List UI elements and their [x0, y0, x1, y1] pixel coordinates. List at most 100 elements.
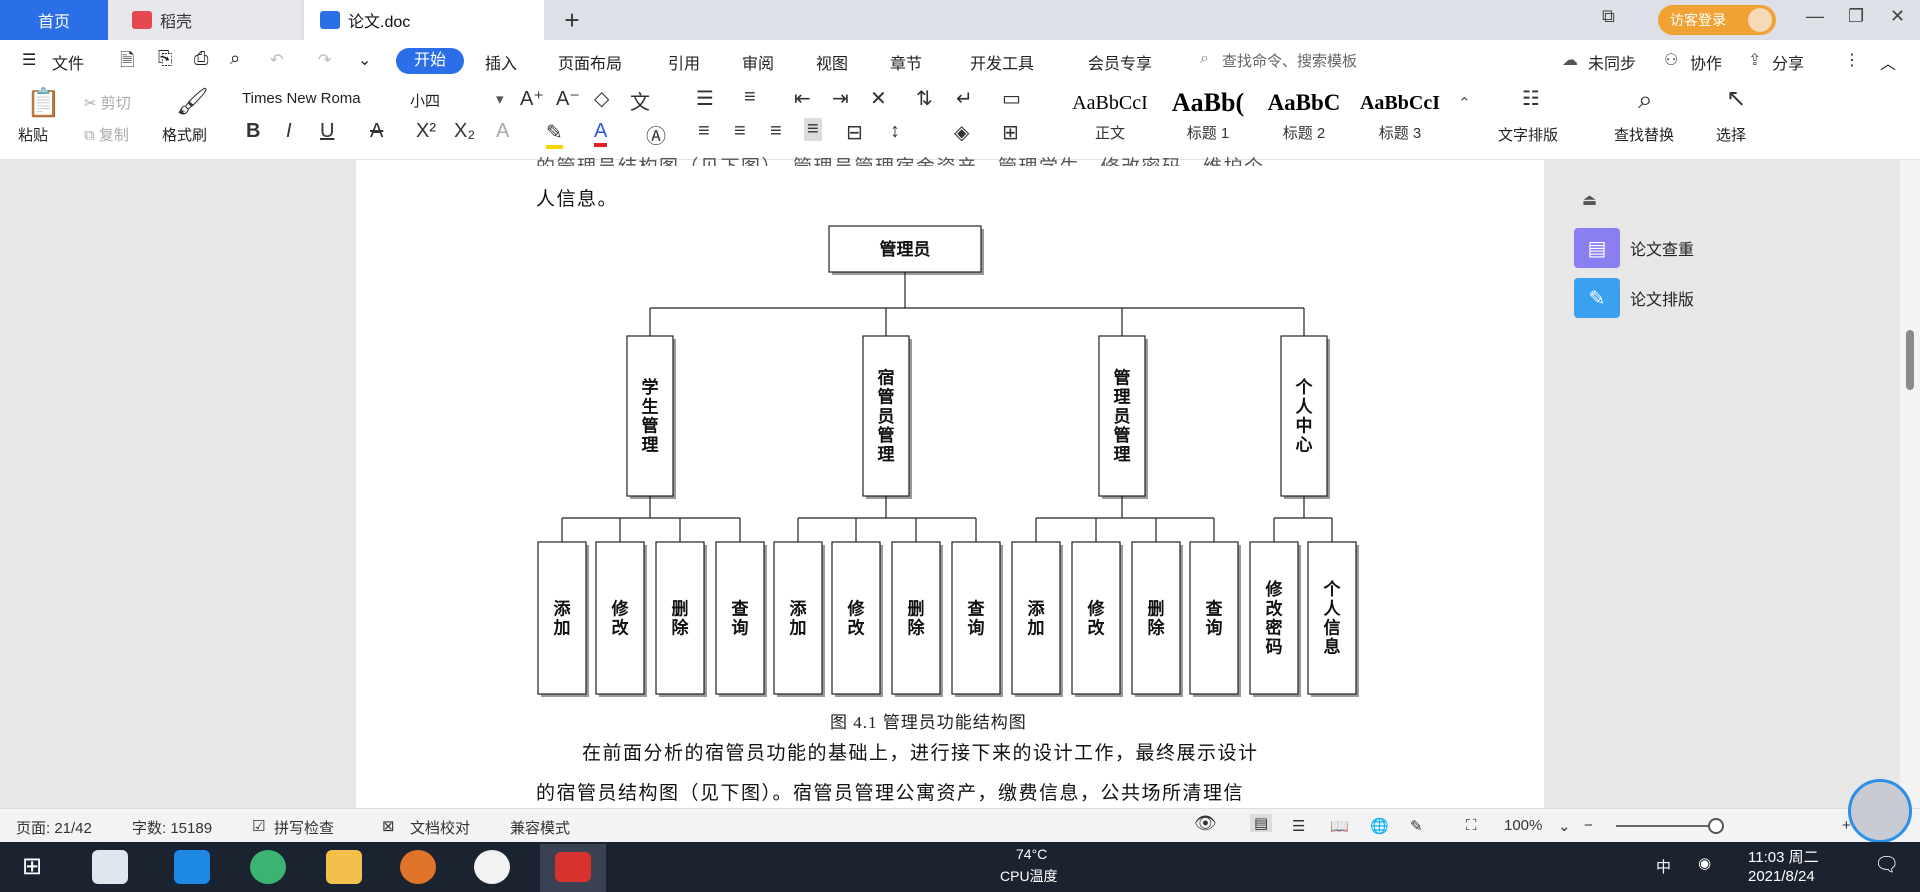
tab-insert[interactable]: 插入 [485, 50, 517, 74]
font-name-select[interactable]: Times New Roma [242, 90, 400, 107]
collapse-panel-icon[interactable]: ⏏ [1582, 190, 1597, 210]
tab-home[interactable]: 首页 [0, 0, 108, 40]
file-menu[interactable]: 文件 [52, 50, 84, 74]
share-button[interactable]: 分享 [1772, 50, 1804, 74]
preview-icon[interactable]: ⌕ [230, 48, 240, 69]
file-explorer-icon[interactable] [326, 850, 362, 884]
page-view-icon[interactable]: ▤ [1250, 814, 1273, 832]
zoom-level[interactable]: 100% [1504, 817, 1542, 834]
collaborate-button[interactable]: 协作 [1690, 50, 1722, 74]
eye-protect-icon[interactable]: 👁 [1194, 813, 1217, 834]
shading-icon[interactable]: ◈ [954, 120, 969, 145]
grow-font-icon[interactable]: A⁺ [520, 86, 544, 111]
format-painter-icon[interactable]: 🖌 [176, 86, 209, 117]
zoom-slider-thumb[interactable] [1708, 818, 1724, 834]
style-heading-3[interactable]: AaBbCcI 标题 3 [1352, 88, 1448, 150]
paper-check-button[interactable]: ▤ 论文查重 [1574, 228, 1720, 268]
vertical-scrollbar[interactable] [1900, 160, 1920, 808]
page-indicator[interactable]: 页面: 21/42 [16, 817, 92, 838]
strikethrough-icon[interactable]: A [370, 120, 383, 143]
show-marks-icon[interactable]: ↵ [956, 86, 973, 111]
phonetic-guide-icon[interactable]: 文 [630, 86, 650, 115]
paste-icon[interactable]: 📋 [26, 86, 61, 119]
chinese-layout-icon[interactable]: ✕ [870, 86, 887, 111]
zoom-dropdown-icon[interactable]: ⌄ [1558, 817, 1571, 835]
italic-button[interactable]: I [286, 120, 292, 143]
fit-page-icon[interactable]: ⛶ [1466, 817, 1477, 834]
tile-view-icon[interactable]: ⧉ [1602, 6, 1615, 27]
decrease-indent-icon[interactable]: ⇤ [794, 86, 811, 111]
outline-view-icon[interactable]: ☰ [1292, 817, 1305, 835]
increase-indent-icon[interactable]: ⇥ [832, 86, 849, 111]
app-icon[interactable] [400, 850, 436, 884]
minimize-icon[interactable]: — [1806, 6, 1824, 27]
ie-browser-icon[interactable] [174, 850, 210, 884]
new-tab-button[interactable]: + [552, 0, 592, 40]
tab-ruler-icon[interactable]: ▭ [1002, 86, 1021, 111]
clear-format-icon[interactable]: ◇ [594, 86, 609, 111]
sync-status[interactable]: 未同步 [1588, 50, 1636, 74]
tab-developer[interactable]: 开发工具 [970, 50, 1034, 74]
browser-icon[interactable] [250, 850, 286, 884]
highlight-icon[interactable]: ✎ [546, 120, 563, 149]
notification-bell-icon[interactable]: ◉ [1698, 854, 1711, 872]
text-layout-button[interactable]: 文字排版 [1498, 124, 1558, 145]
read-view-icon[interactable]: 📖 [1330, 817, 1349, 835]
tab-view[interactable]: 视图 [816, 50, 848, 74]
print-icon[interactable]: ⎙ [194, 48, 208, 69]
distributed-icon[interactable]: ⊟ [846, 120, 863, 145]
fan-app-icon[interactable] [92, 850, 128, 884]
windows-start-icon[interactable]: ⊞ [22, 852, 42, 881]
align-center-icon[interactable]: ≡ [734, 120, 746, 143]
bullet-list-icon[interactable]: ☰ [696, 86, 714, 111]
write-view-icon[interactable]: ✎ [1410, 817, 1423, 835]
superscript-icon[interactable]: X² [416, 120, 436, 143]
select-button[interactable]: 选择 [1716, 124, 1746, 145]
font-size-dropdown-icon[interactable]: ▾ [496, 90, 504, 108]
find-replace-button[interactable]: 查找替换 [1614, 124, 1674, 145]
web-view-icon[interactable]: 🌐 [1370, 817, 1389, 835]
numbered-list-icon[interactable]: ≡ [744, 86, 756, 109]
zoom-out-icon[interactable]: − [1584, 817, 1593, 834]
assistant-bubble[interactable] [1848, 779, 1912, 843]
align-right-icon[interactable]: ≡ [770, 120, 782, 143]
style-heading-1[interactable]: AaBb(标题 1 [1160, 88, 1256, 150]
restore-icon[interactable]: ❐ [1848, 6, 1864, 27]
paste-button[interactable]: 粘贴 [18, 124, 48, 145]
text-effect-icon[interactable]: A [496, 120, 509, 143]
tab-document[interactable]: 论文.doc [304, 0, 544, 40]
sort-icon[interactable]: ⇅ [916, 86, 933, 111]
search-command-input[interactable]: 查找命令、搜索模板 [1222, 50, 1357, 71]
bold-button[interactable]: B [246, 120, 260, 143]
shrink-font-icon[interactable]: A⁻ [556, 86, 580, 111]
char-border-icon[interactable]: Ⓐ [646, 120, 666, 149]
scrollbar-thumb[interactable] [1906, 330, 1914, 390]
underline-button[interactable]: U [320, 120, 334, 143]
proofread-button[interactable]: 文档校对 [410, 817, 470, 838]
action-center-icon[interactable]: 🗨 [1874, 852, 1899, 877]
login-button[interactable]: 访客登录 [1658, 5, 1776, 35]
text-layout-icon[interactable]: ☷ [1522, 86, 1540, 111]
tab-daoke[interactable]: 稻壳 [108, 0, 302, 40]
more-icon[interactable]: ⋮ [1844, 50, 1860, 70]
cut-button[interactable]: ✂ 剪切 [84, 92, 131, 113]
app-icon[interactable] [474, 850, 510, 884]
redo-icon[interactable]: ↷ [318, 50, 331, 70]
hamburger-icon[interactable]: ☰ [22, 50, 36, 70]
styles-more-icon[interactable]: ⌃ [1458, 94, 1471, 112]
zoom-slider[interactable] [1616, 825, 1716, 827]
word-count[interactable]: 字数: 15189 [132, 817, 212, 838]
font-color-icon[interactable]: A [594, 120, 608, 147]
save-icon[interactable]: 🗎 [120, 48, 134, 78]
tab-review[interactable]: 审阅 [742, 50, 774, 74]
line-spacing-icon[interactable]: ↕ [890, 120, 900, 143]
ime-indicator[interactable]: 中 [1656, 856, 1671, 877]
copy-button[interactable]: ⧉ 复制 [84, 124, 129, 145]
tab-start[interactable]: 开始 [396, 48, 464, 74]
export-icon[interactable]: ⎘ [158, 48, 172, 69]
tab-references[interactable]: 引用 [668, 50, 700, 74]
font-size-select[interactable]: 小四 [410, 90, 440, 111]
close-icon[interactable]: ✕ [1890, 6, 1905, 27]
spell-check-button[interactable]: 拼写检查 [274, 817, 334, 838]
align-left-icon[interactable]: ≡ [698, 120, 710, 143]
